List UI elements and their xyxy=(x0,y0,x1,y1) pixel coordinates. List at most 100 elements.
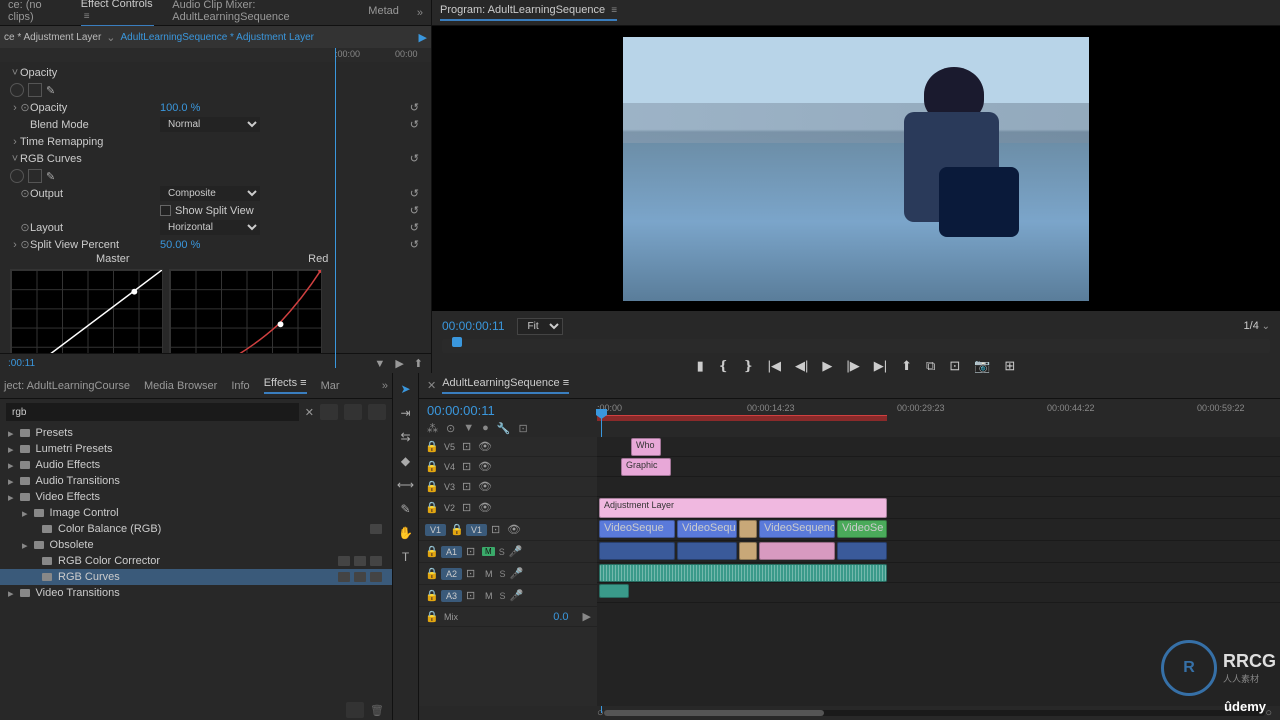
effect-item[interactable]: RGB Color Corrector xyxy=(0,553,392,569)
reset-icon[interactable]: ↺ xyxy=(410,187,419,200)
clip-video[interactable]: VideoSe xyxy=(837,520,887,538)
audio-track-header[interactable]: 🔒A1⊡MS🎤 xyxy=(419,541,597,563)
zoom-in-icon[interactable]: ○ xyxy=(1265,707,1272,719)
snap-icon[interactable]: ⁂ xyxy=(427,422,438,435)
selection-tool-icon[interactable]: ➤ xyxy=(398,381,414,397)
play-icon[interactable]: ▶ xyxy=(419,31,427,44)
scrubber-playhead[interactable] xyxy=(452,337,462,347)
tab-markers[interactable]: Mar xyxy=(321,380,340,392)
razor-tool-icon[interactable]: ◆ xyxy=(398,453,414,469)
effect-item[interactable]: ▸Video Effects xyxy=(0,489,392,505)
mark-in-icon[interactable]: ❴ xyxy=(718,358,729,374)
tab-menu-icon[interactable]: ≡ xyxy=(84,11,90,22)
reset-icon[interactable]: ↺ xyxy=(410,101,419,114)
effect-item[interactable]: ▸Audio Effects xyxy=(0,457,392,473)
clip-audio[interactable] xyxy=(677,542,737,560)
new-bin-icon[interactable] xyxy=(346,702,364,718)
audio-track-header[interactable]: 🔒A3⊡MS🎤 xyxy=(419,585,597,607)
cc-icon[interactable]: ⊡ xyxy=(518,422,527,435)
effect-item[interactable]: ▸Presets xyxy=(0,425,392,441)
clip-audio[interactable] xyxy=(837,542,887,560)
go-to-out-icon[interactable]: ▶| xyxy=(874,358,887,374)
clip-path[interactable]: AdultLearningSequence * Adjustment Layer xyxy=(121,32,314,43)
reset-icon[interactable]: ↺ xyxy=(410,118,419,131)
pen-tool-icon[interactable]: ✎ xyxy=(398,501,414,517)
wrench-icon[interactable]: 🔧 xyxy=(497,422,511,435)
effect-item[interactable]: ▸Video Transitions xyxy=(0,585,392,601)
settings-icon[interactable]: ● xyxy=(482,422,489,435)
tab-menu-icon[interactable]: ≡ xyxy=(611,5,617,16)
effect-item[interactable]: ▸Audio Transitions xyxy=(0,473,392,489)
slip-tool-icon[interactable]: ⟷ xyxy=(398,477,414,493)
tab-info[interactable]: Info xyxy=(231,380,249,392)
effect-item[interactable]: RGB Curves xyxy=(0,569,392,585)
clip-video[interactable]: VideoSeque xyxy=(599,520,675,538)
clip-video[interactable]: VideoSequence xyxy=(759,520,835,538)
clip-video[interactable] xyxy=(739,520,757,538)
video-track-header[interactable]: 🔒V5⊡👁 xyxy=(419,437,597,457)
clear-search-icon[interactable]: ✕ xyxy=(305,406,314,419)
opacity-value[interactable]: 100.0 % xyxy=(160,102,200,114)
program-timecode[interactable]: 00:00:00:11 xyxy=(442,319,505,333)
program-scrubber[interactable] xyxy=(442,339,1270,353)
effects-list[interactable]: ▸Presets▸Lumetri Presets▸Audio Effects▸A… xyxy=(0,425,392,700)
pen-icon[interactable]: ✎ xyxy=(46,84,55,97)
clip-audio[interactable] xyxy=(739,542,757,560)
delete-icon[interactable]: 🗑 xyxy=(370,704,384,717)
export-icon[interactable]: ⬆ xyxy=(414,357,423,370)
tab-effect-controls[interactable]: Effect Controls ≡ xyxy=(81,0,155,27)
zoom-scrollbar[interactable] xyxy=(604,710,1266,716)
video-track-header[interactable]: 🔒V2⊡👁 xyxy=(419,497,597,519)
clip-graphic[interactable]: Graphic xyxy=(621,458,671,476)
video-track-header[interactable]: V1🔒V1⊡👁 xyxy=(419,519,597,541)
tab-project[interactable]: ject: AdultLearningCourse xyxy=(4,380,130,392)
add-marker-icon[interactable]: ▮ xyxy=(697,358,704,374)
clip-audio[interactable] xyxy=(759,542,835,560)
timeline-timecode[interactable]: 00:00:00:11 xyxy=(427,403,589,418)
effect-item[interactable]: ▸Lumetri Presets xyxy=(0,441,392,457)
ripple-edit-tool-icon[interactable]: ⇆ xyxy=(398,429,414,445)
audio-track-header[interactable]: 🔒A2⊡MS🎤 xyxy=(419,563,597,585)
close-icon[interactable]: ✕ xyxy=(427,379,436,392)
clip-audio-track[interactable] xyxy=(599,584,629,598)
play-icon[interactable]: ▶ xyxy=(395,357,403,370)
blend-select[interactable]: Normal xyxy=(160,117,260,132)
reset-icon[interactable]: ↺ xyxy=(410,221,419,234)
zoom-select[interactable]: Fit xyxy=(517,318,563,335)
effect-item[interactable]: ▸Obsolete xyxy=(0,537,392,553)
work-area-bar[interactable] xyxy=(597,415,887,421)
step-forward-icon[interactable]: |▶ xyxy=(846,358,859,374)
lift-icon[interactable]: ⬆ xyxy=(901,358,912,374)
time-remap-row[interactable]: ›Time Remapping xyxy=(0,133,431,150)
mask-toggle[interactable] xyxy=(28,83,42,97)
filter-icon[interactable]: ▼ xyxy=(374,358,385,370)
marker-icon[interactable]: ▼ xyxy=(463,422,474,435)
pen-icon[interactable]: ✎ xyxy=(46,170,55,183)
extract-icon[interactable]: ⧉ xyxy=(926,358,935,374)
fx-toggle[interactable] xyxy=(10,83,24,97)
split-checkbox[interactable] xyxy=(160,205,171,216)
rgb-curves-row[interactable]: ˅RGB Curves↺ xyxy=(0,150,431,167)
tab-effects[interactable]: Effects ≡ xyxy=(264,377,307,394)
play-icon[interactable]: ▶ xyxy=(822,358,832,374)
split-percent-value[interactable]: 50.00 % xyxy=(160,239,200,251)
filter-32bit-icon[interactable] xyxy=(344,404,362,420)
linked-selection-icon[interactable]: ⊙ xyxy=(446,422,455,435)
effects-search-input[interactable] xyxy=(6,403,299,421)
master-curve[interactable] xyxy=(10,269,163,353)
fx-toggle[interactable] xyxy=(10,169,24,183)
effect-item[interactable]: Color Balance (RGB) xyxy=(0,521,392,537)
mask-toggle[interactable] xyxy=(28,169,42,183)
layout-select[interactable]: Horizontal xyxy=(160,220,260,235)
filter-yuv-icon[interactable] xyxy=(368,404,386,420)
track-select-tool-icon[interactable]: ⇥ xyxy=(398,405,414,421)
tab-audio-mixer[interactable]: Audio Clip Mixer: AdultLearningSequence xyxy=(172,0,350,26)
timeline-ruler[interactable]: :00:0000:00:14:2300:00:29:2300:00:44:220… xyxy=(597,399,1280,437)
sequence-tab[interactable]: AdultLearningSequence ≡ xyxy=(442,377,569,394)
output-select[interactable]: Composite xyxy=(160,186,260,201)
tab-source[interactable]: ce: (no clips) xyxy=(8,0,63,26)
video-track-header[interactable]: 🔒V4⊡👁 xyxy=(419,457,597,477)
tab-overflow-icon[interactable]: » xyxy=(417,7,423,19)
tab-media-browser[interactable]: Media Browser xyxy=(144,380,217,392)
step-back-icon[interactable]: ◀| xyxy=(795,358,808,374)
